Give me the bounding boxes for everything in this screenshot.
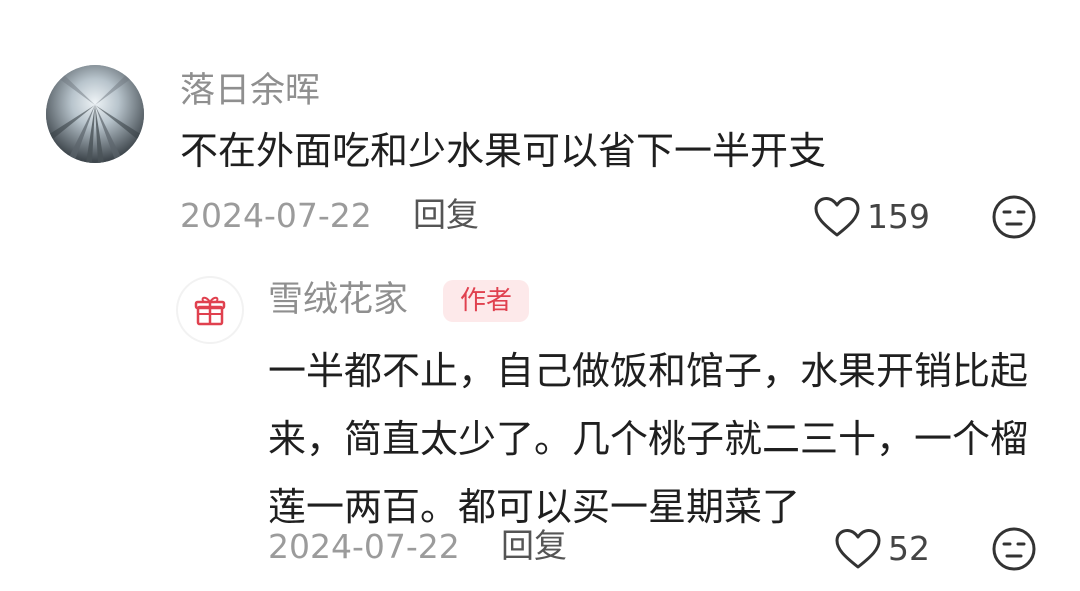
reply-button[interactable]: 回复: [413, 198, 479, 231]
reply-text: 一半都不止，自己做饭和馆子，水果开销比起来，简直太少了。几个桃子就二三十，一个榴…: [268, 349, 1029, 529]
reply-like-count: 52: [888, 529, 930, 568]
tree-canopy-photo-avatar: [46, 65, 144, 163]
heart-outline-icon[interactable]: [813, 196, 861, 238]
neutral-face-icon[interactable]: [991, 526, 1037, 572]
reply-reply-button[interactable]: 回复: [501, 529, 567, 562]
author-badge: 作者: [443, 280, 529, 322]
reply-username[interactable]: 雪绒花家: [268, 283, 408, 318]
heart-outline-icon[interactable]: [834, 528, 882, 570]
comment-username[interactable]: 落日余晖: [180, 74, 320, 109]
neutral-face-icon[interactable]: [991, 194, 1037, 240]
comment-date: 2024-07-22: [180, 196, 372, 235]
reply-avatar[interactable]: [178, 278, 242, 342]
comment-text: 不在外面吃和少水果可以省下一半开支: [180, 129, 827, 173]
like-count: 159: [867, 197, 930, 236]
avatar[interactable]: [46, 65, 144, 163]
gift-icon: [194, 296, 226, 326]
reply-date: 2024-07-22: [268, 527, 460, 566]
